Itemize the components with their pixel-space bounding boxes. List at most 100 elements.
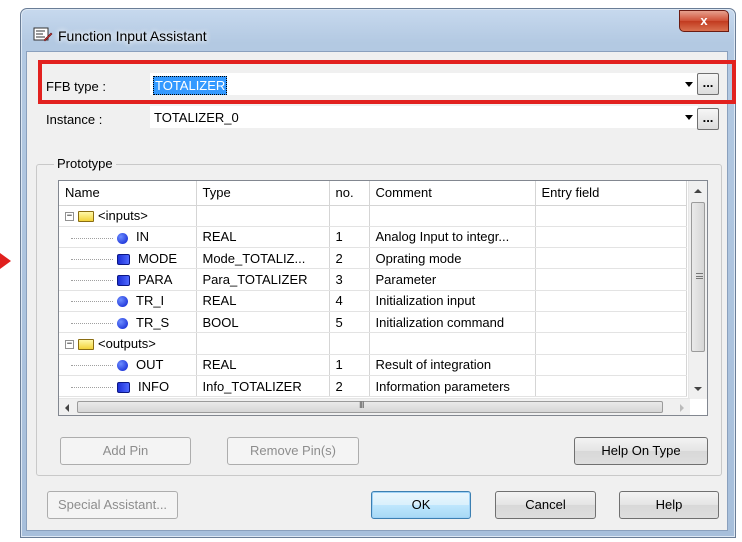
- vertical-scrollbar[interactable]: [688, 181, 707, 399]
- cancel-button[interactable]: Cancel: [495, 491, 596, 519]
- folder-icon: [78, 338, 94, 350]
- table-group-row[interactable]: − <outputs>: [59, 332, 687, 355]
- cell-type: [196, 205, 330, 227]
- column-header-type[interactable]: Type: [196, 181, 330, 206]
- cell-type: BOOL: [196, 311, 330, 334]
- cell-no: 1: [329, 354, 370, 376]
- remove-pin-button[interactable]: Remove Pin(s): [227, 437, 359, 465]
- cell-name[interactable]: INFO: [59, 375, 197, 398]
- pin-name: OUT: [136, 357, 164, 373]
- vertical-scroll-thumb[interactable]: [691, 202, 705, 352]
- table-row[interactable]: IN REAL 1 Analog Input to integr...: [59, 226, 687, 249]
- collapse-icon[interactable]: −: [65, 339, 74, 349]
- table-row[interactable]: OUT REAL 1 Result of integration: [59, 354, 687, 376]
- cell-name[interactable]: PARA: [59, 268, 197, 291]
- cell-no: 4: [329, 290, 370, 312]
- cell-comment: Initialization input: [369, 290, 536, 312]
- cell-entry-field[interactable]: [535, 332, 687, 355]
- cell-name[interactable]: MODE: [59, 247, 197, 270]
- pin-name: TR_I: [136, 293, 165, 309]
- cell-name[interactable]: IN: [59, 226, 197, 249]
- cell-entry-field[interactable]: [535, 375, 687, 398]
- table-group-row[interactable]: − <inputs>: [59, 205, 687, 227]
- column-header-name[interactable]: Name: [59, 181, 197, 206]
- cell-entry-field[interactable]: [535, 268, 687, 291]
- cell-name[interactable]: TR_S: [59, 311, 197, 334]
- cell-no: [329, 332, 370, 355]
- pin-name: PARA: [138, 272, 173, 288]
- cell-comment: Analog Input to integr...: [369, 226, 536, 249]
- cell-entry-field[interactable]: [535, 311, 687, 334]
- cell-type: REAL: [196, 290, 330, 312]
- cell-comment: [369, 205, 536, 227]
- chevron-down-icon[interactable]: [685, 115, 693, 120]
- pin-name: INFO: [138, 378, 170, 394]
- title-bar[interactable]: Function Input Assistant x: [21, 9, 735, 51]
- table-row[interactable]: PARA Para_TOTALIZER 3 Parameter: [59, 268, 687, 291]
- horizontal-scroll-thumb[interactable]: III: [77, 400, 663, 413]
- cell-name[interactable]: − <inputs>: [59, 205, 197, 227]
- cell-no: 2: [329, 247, 370, 270]
- structured-pin-icon: [117, 275, 130, 287]
- tree-connector: [71, 237, 113, 239]
- pin-name: TR_S: [136, 314, 170, 330]
- cell-entry-field[interactable]: [535, 226, 687, 249]
- cell-comment: Initialization command: [369, 311, 536, 334]
- table-row[interactable]: TR_S BOOL 5 Initialization command: [59, 311, 687, 334]
- table-row[interactable]: MODE Mode_TOTALIZ... 2 Oprating mode: [59, 247, 687, 270]
- collapse-icon[interactable]: −: [65, 212, 74, 222]
- scroll-up-icon[interactable]: [694, 189, 702, 193]
- cell-type: Mode_TOTALIZ...: [196, 247, 330, 270]
- cell-name[interactable]: OUT: [59, 354, 197, 376]
- ok-button[interactable]: OK: [371, 491, 471, 519]
- special-assistant-button[interactable]: Special Assistant...: [47, 491, 178, 519]
- tree-connector: [71, 301, 113, 303]
- instance-combo[interactable]: TOTALIZER_0: [150, 106, 698, 128]
- function-block-icon: [33, 27, 53, 42]
- column-header-comment[interactable]: Comment: [369, 181, 536, 206]
- scroll-right-icon[interactable]: [680, 404, 684, 412]
- structured-pin-icon: [117, 381, 130, 393]
- cell-no: 3: [329, 268, 370, 291]
- annotation-arrow: [0, 253, 11, 269]
- cell-entry-field[interactable]: [535, 205, 687, 227]
- cell-type: [196, 332, 330, 355]
- window-title: Function Input Assistant: [58, 28, 207, 44]
- add-pin-button[interactable]: Add Pin: [60, 437, 191, 465]
- cell-entry-field[interactable]: [535, 290, 687, 312]
- instance-browse-button[interactable]: ...: [697, 108, 719, 130]
- scroll-left-icon[interactable]: [65, 404, 69, 412]
- cell-type: REAL: [196, 354, 330, 376]
- scroll-grip: III: [359, 400, 364, 410]
- cell-no: 5: [329, 311, 370, 334]
- table-row[interactable]: TR_I REAL 4 Initialization input: [59, 290, 687, 312]
- cell-comment: Parameter: [369, 268, 536, 291]
- cell-no: 2: [329, 375, 370, 398]
- cell-entry-field[interactable]: [535, 247, 687, 270]
- tree-connector: [71, 258, 113, 260]
- cell-type: REAL: [196, 226, 330, 249]
- cell-comment: Result of integration: [369, 354, 536, 376]
- pin-name: MODE: [138, 250, 177, 266]
- elementary-pin-icon: [117, 296, 128, 308]
- table-row[interactable]: INFO Info_TOTALIZER 2 Information parameter…: [59, 375, 687, 398]
- tree-connector: [71, 280, 113, 282]
- instance-value: TOTALIZER_0: [154, 110, 239, 125]
- column-header-entry-field[interactable]: Entry field: [535, 181, 687, 206]
- scroll-down-icon[interactable]: [694, 387, 702, 391]
- cell-type: Info_TOTALIZER: [196, 375, 330, 398]
- help-button[interactable]: Help: [619, 491, 719, 519]
- horizontal-scrollbar[interactable]: III: [59, 398, 690, 415]
- help-on-type-button[interactable]: Help On Type: [574, 437, 708, 465]
- cell-name[interactable]: − <outputs>: [59, 332, 197, 355]
- cell-name[interactable]: TR_I: [59, 290, 197, 312]
- cell-comment: Oprating mode: [369, 247, 536, 270]
- cell-comment: [369, 332, 536, 355]
- group-label: <inputs>: [98, 208, 148, 224]
- close-button[interactable]: x: [679, 10, 729, 32]
- cell-no: [329, 205, 370, 227]
- elementary-pin-icon: [117, 317, 128, 329]
- column-header-no[interactable]: no.: [329, 181, 370, 206]
- cell-entry-field[interactable]: [535, 354, 687, 376]
- table-header-row: Name Type no. Comment Entry field: [59, 181, 687, 206]
